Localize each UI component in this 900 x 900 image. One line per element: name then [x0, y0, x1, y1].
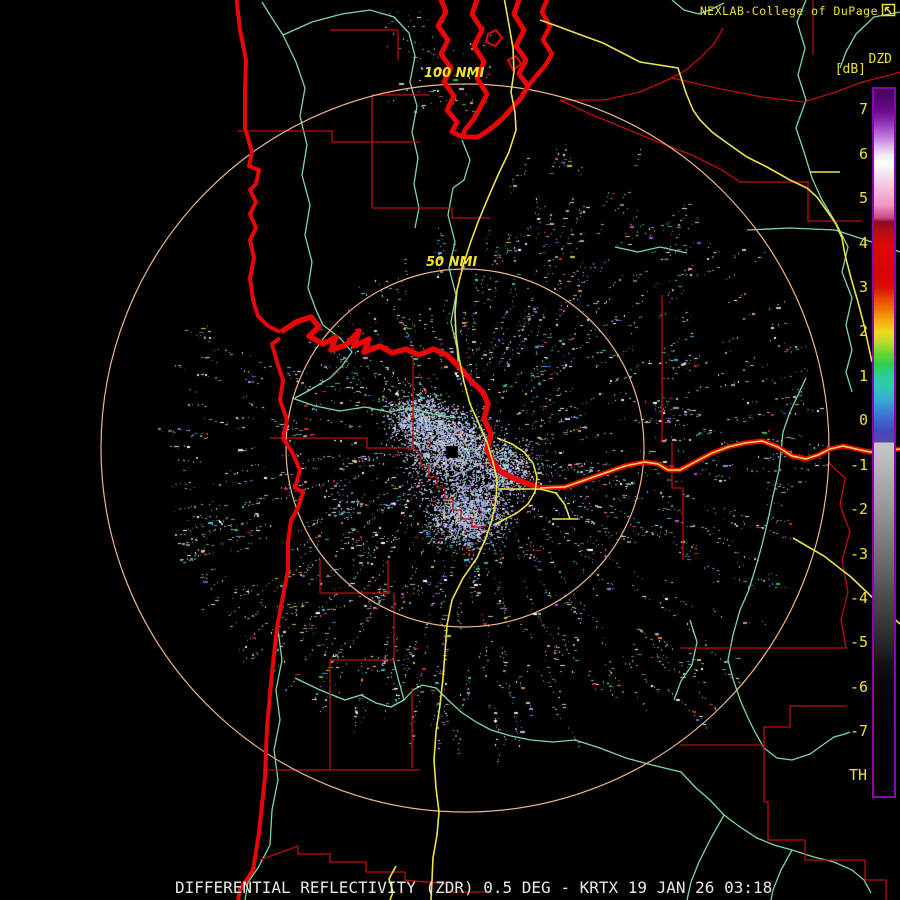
coastline — [234, 0, 305, 900]
colorbar-tick-label: -3 — [849, 544, 868, 563]
range-ring — [285, 268, 645, 628]
colorbar-tick-label: -5 — [849, 633, 868, 652]
colorbar-tick-label: 2 — [858, 322, 868, 341]
colorbar-tick-label: 6 — [858, 144, 868, 163]
range-ring-label-100nmi: 100 NMI — [424, 66, 485, 81]
colorbar-tick-label: 7 — [858, 100, 868, 119]
colorbar-footer-label: TH — [848, 766, 867, 784]
colorbar-tick-label: -6 — [849, 677, 868, 696]
colorbar-tick-label: 5 — [858, 189, 868, 208]
colorbar-tick-label: 3 — [858, 277, 868, 296]
base-map — [100, 0, 900, 900]
colorbar — [872, 87, 896, 798]
colorbar-tick-label: -4 — [849, 589, 868, 608]
product-title: DIFFERENTIAL REFLECTIVITY (ZDR) 0.5 DEG … — [175, 878, 773, 897]
columbia-river — [279, 314, 900, 491]
colorbar-tick-label: -7 — [849, 722, 868, 741]
colorbar-tick-label: 4 — [858, 233, 868, 252]
colorbar-tick-label: -1 — [849, 455, 868, 474]
nexlab-credit: NEXLAB-College of DuPage — [699, 4, 878, 18]
ne-highway — [539, 19, 873, 363]
county-border-lines — [237, 0, 900, 900]
range-ring-label-50nmi: 50 NMI — [426, 255, 478, 270]
colorbar-tick-label: -2 — [849, 500, 868, 519]
colorbar-tick-label: 1 — [858, 366, 868, 385]
radar-display: 100 NMI 50 NMI NEXLAB-College of DuPage … — [0, 0, 900, 900]
colorbar-title: DZD — [868, 52, 892, 67]
colorbar-tick-label: 0 — [858, 411, 868, 430]
colorbar-units: [dB] — [834, 62, 866, 77]
box-arrow-icon — [881, 3, 896, 17]
river-lines — [244, 0, 900, 900]
